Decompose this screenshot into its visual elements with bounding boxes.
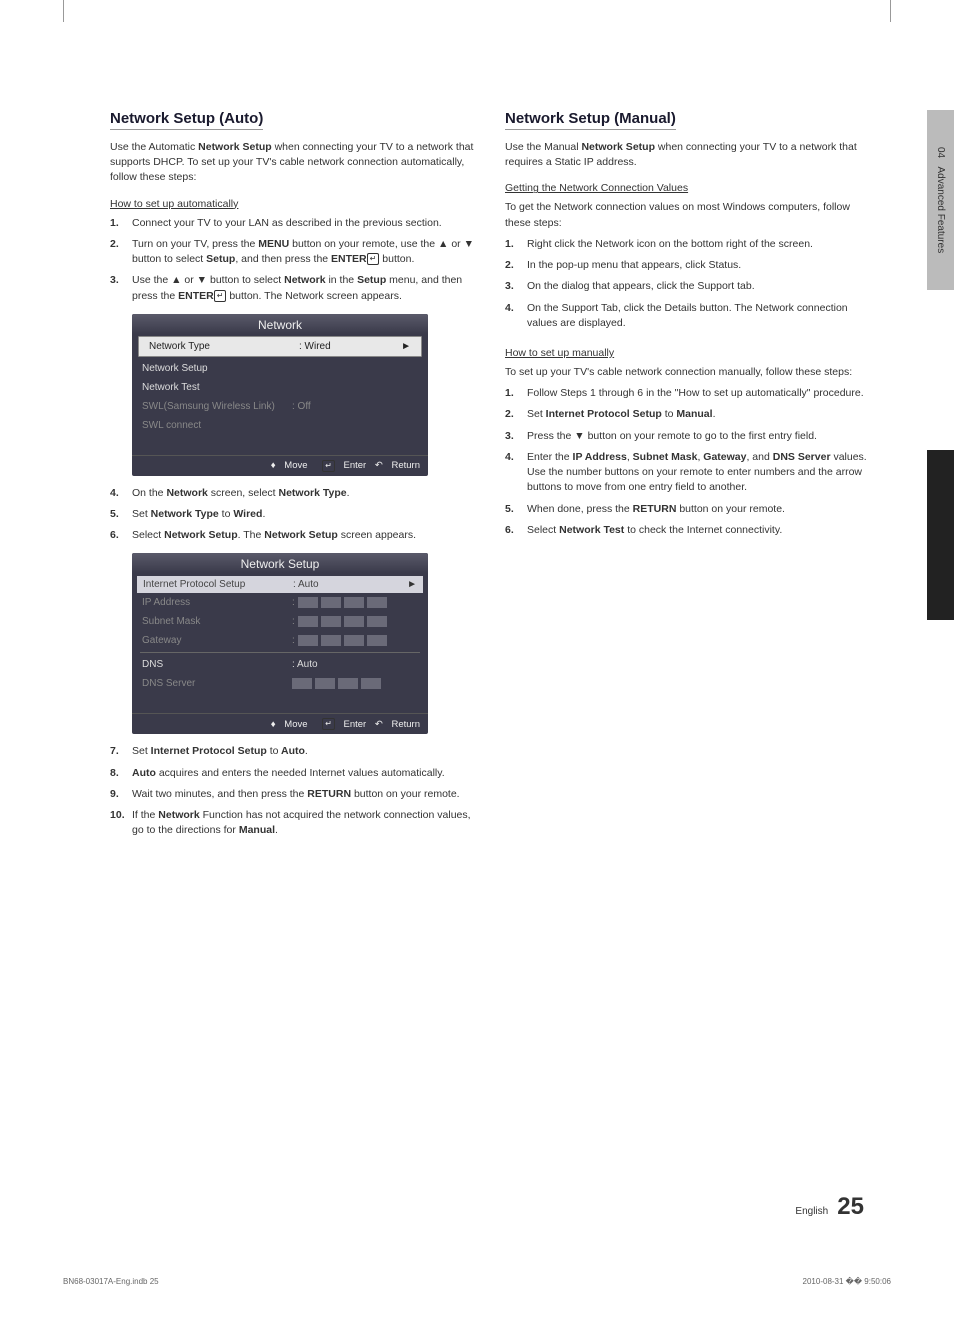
divider — [140, 652, 420, 653]
step-8: Auto acquires and enters the needed Inte… — [110, 766, 475, 781]
menu-footer: ♦ Move ↵ Enter ↶ Return — [132, 455, 428, 476]
ip-field — [298, 635, 387, 646]
step-6: Select Network Setup. The Network Setup … — [110, 528, 475, 543]
enter-icon: ↵ — [367, 253, 380, 265]
step-v1: Right click the Network icon on the bott… — [505, 237, 870, 252]
step-m5: When done, press the RETURN button on yo… — [505, 502, 870, 517]
steps-manual: Follow Steps 1 through 6 in the "How to … — [505, 386, 870, 538]
ip-field — [298, 616, 387, 627]
step-1: Connect your TV to your LAN as described… — [110, 216, 475, 231]
left-column: Network Setup (Auto) Use the Automatic N… — [110, 110, 475, 845]
menu-dns-server: DNS Server — [132, 674, 428, 693]
step-2: Turn on your TV, press the MENU button o… — [110, 237, 475, 267]
right-column: Network Setup (Manual) Use the Manual Ne… — [505, 110, 870, 845]
page-content: Network Setup (Auto) Use the Automatic N… — [110, 110, 870, 845]
step-9: Wait two minutes, and then press the RET… — [110, 787, 475, 802]
footer-filename: BN68-03017A-Eng.indb 25 — [63, 1277, 159, 1286]
para-connection-values: To get the Network connection values on … — [505, 200, 870, 230]
right-arrow-icon: ► — [401, 341, 411, 352]
sub-auto-setup: How to set up automatically — [110, 198, 475, 210]
network-setup-menu: Network Setup Internet Protocol Setup : … — [132, 553, 428, 734]
menu-title: Network Setup — [132, 553, 428, 573]
step-m3: Press the ▼ button on your remote to go … — [505, 429, 870, 444]
side-tab-label: 04 Advanced Features — [927, 110, 954, 290]
return-hint: ↶ Return — [375, 719, 420, 730]
side-tab: 04 Advanced Features — [927, 110, 954, 470]
para-manual-setup: To set up your TV's cable network connec… — [505, 365, 870, 380]
crop-marks — [0, 0, 954, 30]
page-lang: English — [795, 1206, 828, 1217]
steps-auto-1: Connect your TV to your LAN as described… — [110, 216, 475, 304]
page-footer: English 25 — [795, 1193, 864, 1221]
page-number: 25 — [837, 1193, 864, 1220]
enter-hint: ↵ Enter — [316, 460, 366, 471]
step-10: If the Network Function has not acquired… — [110, 808, 475, 838]
network-menu: Network Network Type : Wired ► Network S… — [132, 314, 428, 476]
section-title-auto: Network Setup (Auto) — [110, 110, 263, 130]
chapter-title: Advanced Features — [935, 166, 946, 253]
menu-network-setup[interactable]: Network Setup — [132, 359, 428, 378]
menu-gateway: Gateway : — [132, 631, 428, 650]
ip-field — [292, 678, 381, 689]
menu-footer: ♦ Move ↵ Enter ↶ Return — [132, 713, 428, 734]
step-v2: In the pop-up menu that appears, click S… — [505, 258, 870, 273]
step-7: Set Internet Protocol Setup to Auto. — [110, 744, 475, 759]
move-hint: ♦ Move — [271, 460, 308, 471]
sub-manual-setup: How to set up manually — [505, 347, 870, 359]
menu-title: Network — [132, 314, 428, 334]
step-5: Set Network Type to Wired. — [110, 507, 475, 522]
step-3: Use the ▲ or ▼ button to select Network … — [110, 273, 475, 303]
sub-connection-values: Getting the Network Connection Values — [505, 182, 870, 194]
menu-ip-setup[interactable]: Internet Protocol Setup : Auto ► — [137, 576, 423, 593]
step-m4: Enter the IP Address, Subnet Mask, Gatew… — [505, 450, 870, 496]
return-hint: ↶ Return — [375, 460, 420, 471]
menu-ip-address: IP Address : — [132, 593, 428, 612]
step-v3: On the dialog that appears, click the Su… — [505, 279, 870, 294]
menu-swl: SWL(Samsung Wireless Link) : Off — [132, 397, 428, 416]
steps-values: Right click the Network icon on the bott… — [505, 237, 870, 331]
menu-subnet: Subnet Mask : — [132, 612, 428, 631]
enter-hint: ↵ Enter — [316, 719, 366, 730]
right-arrow-icon: ► — [407, 579, 417, 590]
side-tab-marker — [927, 450, 954, 620]
intro-manual: Use the Manual Network Setup when connec… — [505, 140, 870, 170]
step-4: On the Network screen, select Network Ty… — [110, 486, 475, 501]
step-m6: Select Network Test to check the Interne… — [505, 523, 870, 538]
move-hint: ♦ Move — [271, 719, 308, 730]
menu-network-type[interactable]: Network Type : Wired ► — [138, 336, 422, 357]
menu-network-test[interactable]: Network Test — [132, 378, 428, 397]
enter-icon: ↵ — [322, 718, 335, 730]
step-v4: On the Support Tab, click the Details bu… — [505, 301, 870, 331]
steps-auto-2: On the Network screen, select Network Ty… — [110, 486, 475, 544]
section-title-manual: Network Setup (Manual) — [505, 110, 676, 130]
print-footer: BN68-03017A-Eng.indb 25 2010-08-31 �� 9:… — [63, 1277, 891, 1286]
ip-field — [298, 597, 387, 608]
step-m2: Set Internet Protocol Setup to Manual. — [505, 407, 870, 422]
menu-dns[interactable]: DNS : Auto — [132, 655, 428, 674]
menu-swl-connect: SWL connect — [132, 416, 428, 435]
intro-auto: Use the Automatic Network Setup when con… — [110, 140, 475, 186]
steps-auto-3: Set Internet Protocol Setup to Auto. Aut… — [110, 744, 475, 838]
enter-icon: ↵ — [322, 460, 335, 472]
enter-icon: ↵ — [214, 290, 227, 302]
step-m1: Follow Steps 1 through 6 in the "How to … — [505, 386, 870, 401]
chapter-num: 04 — [935, 147, 946, 158]
footer-timestamp: 2010-08-31 �� 9:50:06 — [803, 1277, 891, 1286]
